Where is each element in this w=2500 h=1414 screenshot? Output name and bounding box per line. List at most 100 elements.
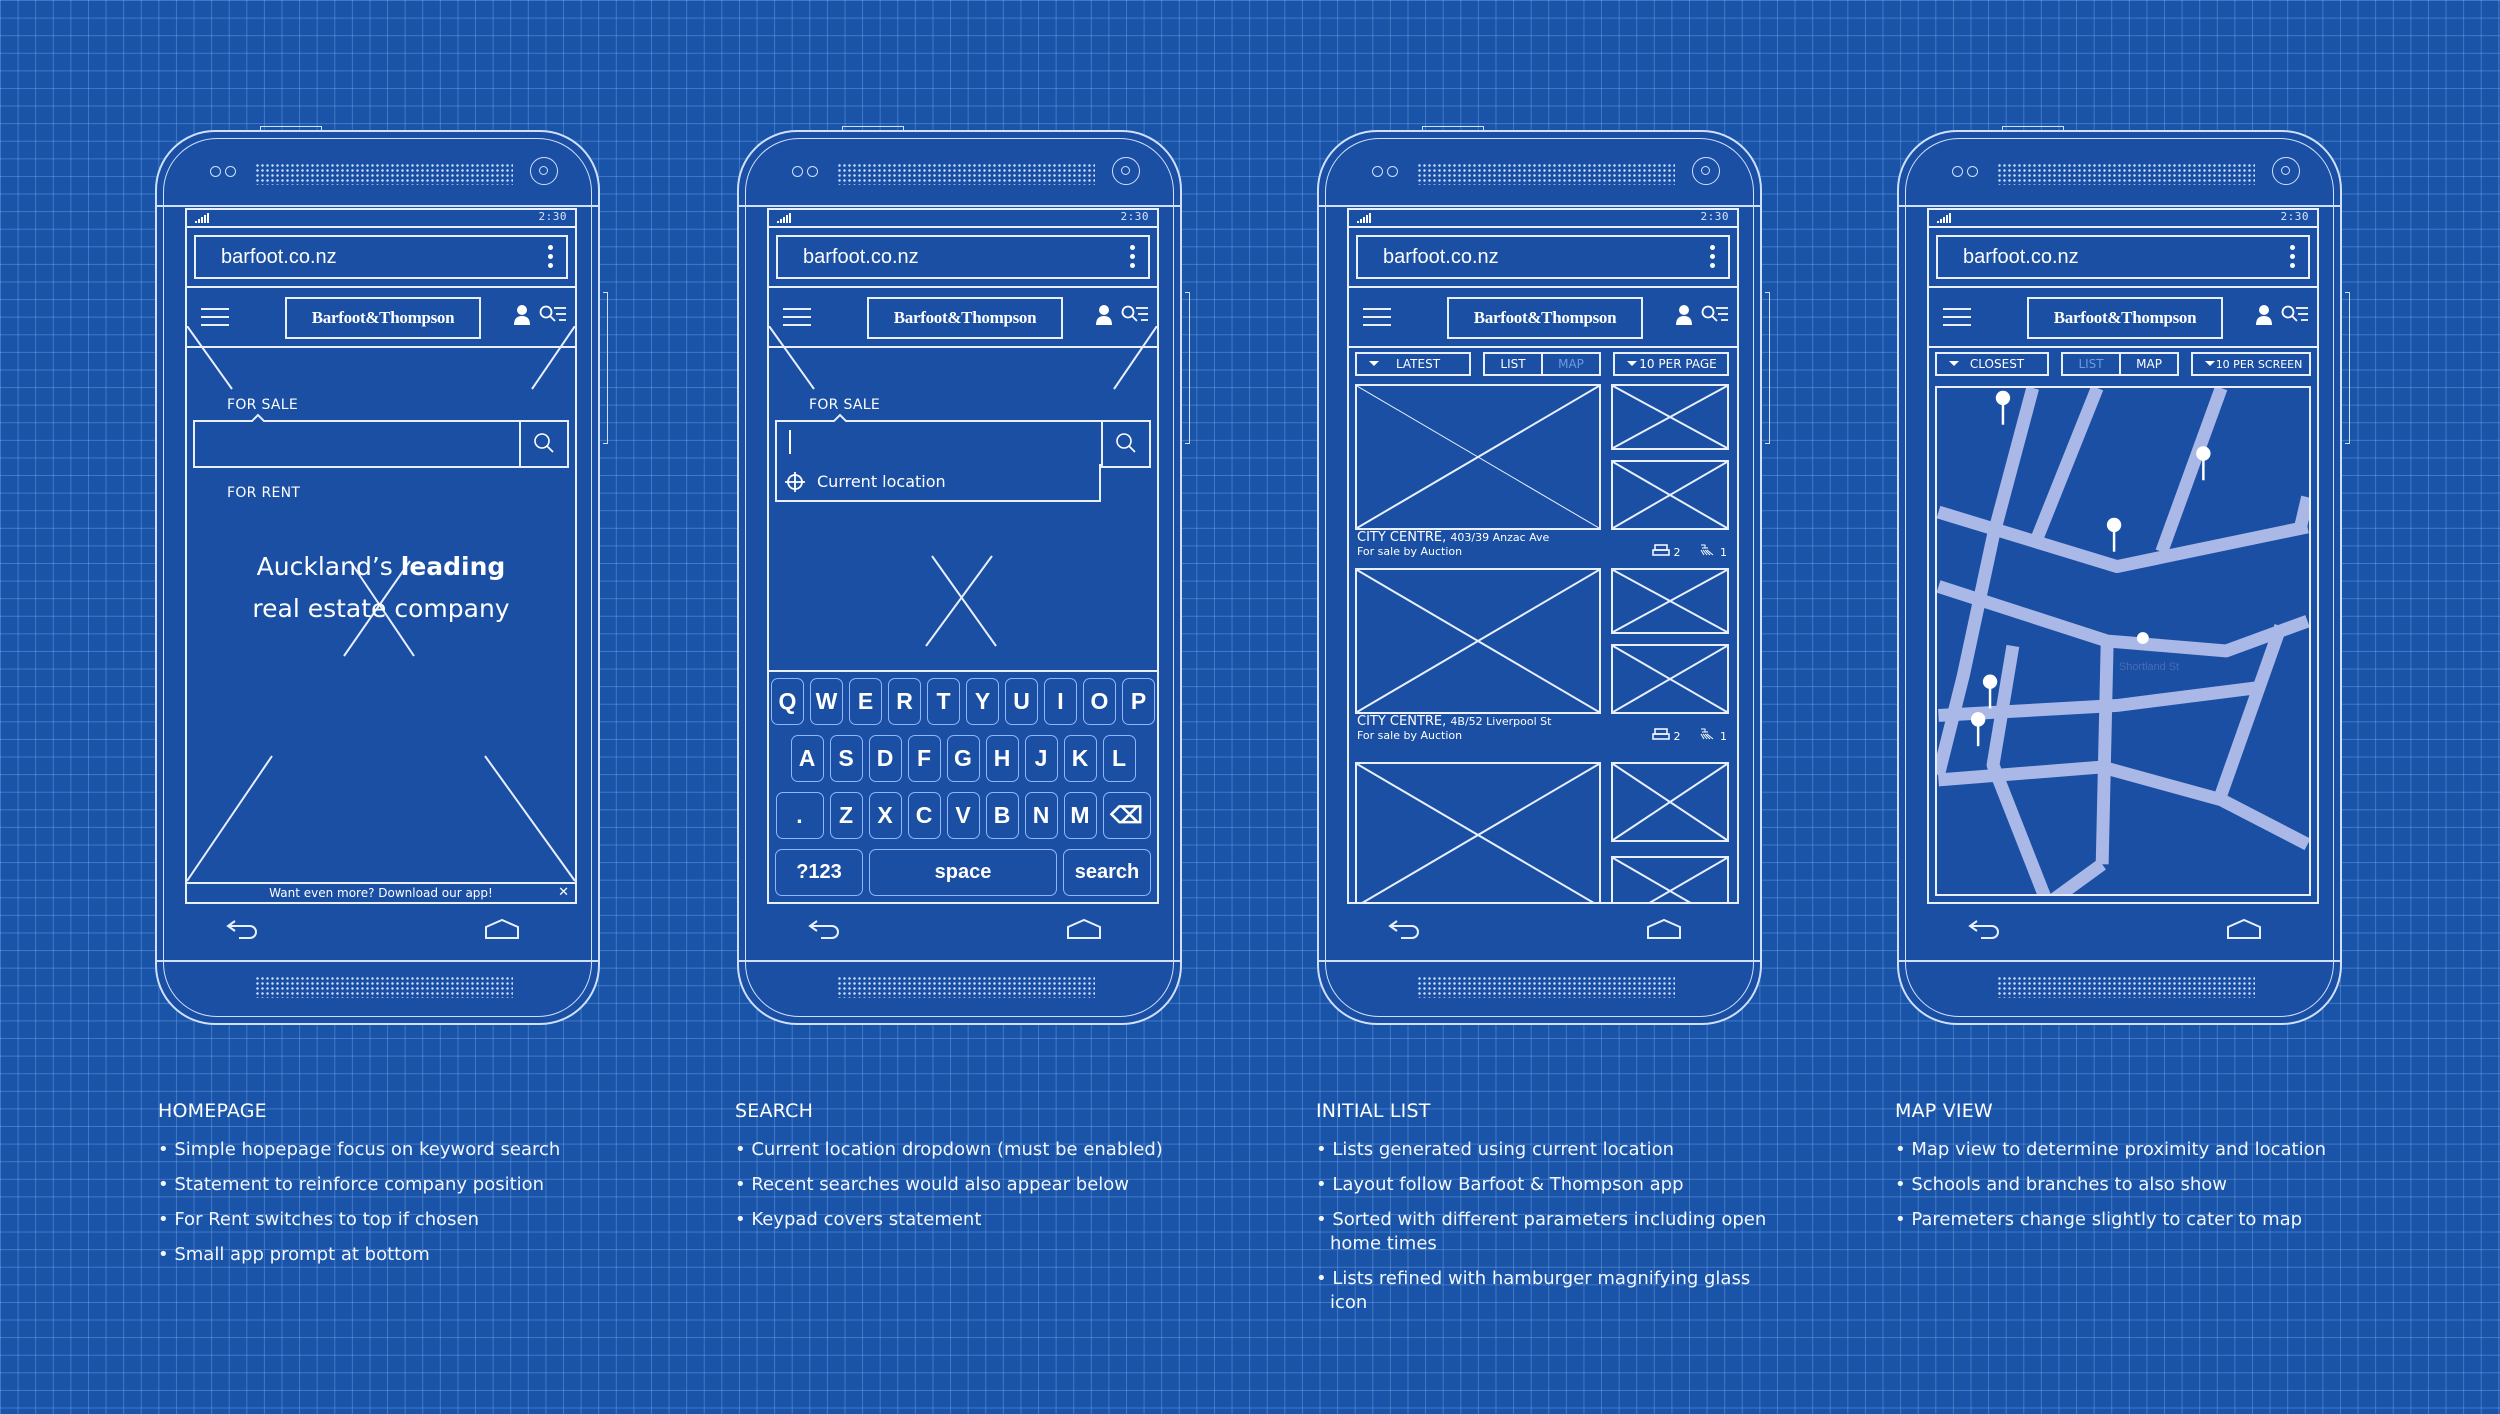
url-bar[interactable]: barfoot.co.nz bbox=[1936, 235, 2310, 279]
home-icon[interactable] bbox=[484, 918, 520, 940]
suggestion-label[interactable]: Current location bbox=[817, 472, 946, 491]
key-w[interactable]: W bbox=[810, 678, 843, 725]
key-f[interactable]: F bbox=[907, 735, 941, 782]
view-list-button[interactable]: LIST bbox=[1485, 354, 1541, 374]
url-text[interactable]: barfoot.co.nz bbox=[221, 246, 337, 269]
map[interactable]: Shortland St bbox=[1935, 386, 2311, 896]
close-icon[interactable]: ✕ bbox=[558, 884, 569, 902]
listing-main-photo[interactable] bbox=[1355, 568, 1601, 714]
listing-main-photo[interactable] bbox=[1355, 762, 1601, 902]
user-icon[interactable] bbox=[2255, 304, 2273, 326]
brand-logo[interactable]: Barfoot&Thompson bbox=[2027, 297, 2223, 339]
per-screen-dropdown[interactable]: 10 PER SCREEN bbox=[2191, 352, 2311, 376]
search-list-icon[interactable] bbox=[1121, 304, 1149, 326]
hamburger-icon[interactable] bbox=[201, 308, 229, 326]
map-pin-icon[interactable] bbox=[1970, 712, 1986, 747]
back-icon[interactable] bbox=[807, 918, 841, 940]
key-g[interactable]: G bbox=[946, 735, 980, 782]
home-icon[interactable] bbox=[1646, 918, 1682, 940]
key-search[interactable]: search bbox=[1063, 849, 1151, 896]
more-menu-icon[interactable] bbox=[2290, 245, 2296, 269]
suggestion-current-location[interactable]: Current location bbox=[775, 464, 1101, 502]
listing-thumb-photo[interactable] bbox=[1611, 762, 1729, 842]
key-r[interactable]: R bbox=[888, 678, 921, 725]
app-download-banner[interactable]: Want even more? Download our app! ✕ bbox=[187, 882, 575, 902]
key-q[interactable]: Q bbox=[771, 678, 804, 725]
key-o[interactable]: O bbox=[1083, 678, 1116, 725]
current-location-icon[interactable] bbox=[2136, 632, 2149, 644]
url-text[interactable]: barfoot.co.nz bbox=[1383, 246, 1499, 269]
more-menu-icon[interactable] bbox=[1130, 245, 1136, 269]
listing-thumb-photo[interactable] bbox=[1611, 460, 1729, 530]
key-u[interactable]: U bbox=[1005, 678, 1038, 725]
key-t[interactable]: T bbox=[927, 678, 960, 725]
user-icon[interactable] bbox=[513, 304, 531, 326]
key-h[interactable]: H bbox=[985, 735, 1019, 782]
key-m[interactable]: M bbox=[1063, 792, 1097, 839]
search-button[interactable] bbox=[1101, 422, 1149, 466]
app-banner-text[interactable]: Want even more? Download our app! bbox=[269, 886, 493, 900]
key-backspace[interactable]: ⌫ bbox=[1102, 792, 1151, 839]
listing-info[interactable]: CITY CENTRE, 403/39 Anzac Ave For sale b… bbox=[1357, 530, 1549, 558]
map-pin-icon[interactable] bbox=[1995, 390, 2011, 425]
search-list-icon[interactable] bbox=[539, 304, 567, 326]
map-pin-icon[interactable] bbox=[1982, 674, 1998, 709]
key-c[interactable]: C bbox=[907, 792, 941, 839]
key-period[interactable]: . bbox=[775, 792, 824, 839]
url-bar[interactable]: barfoot.co.nz bbox=[776, 235, 1150, 279]
listing-thumb-photo[interactable] bbox=[1611, 384, 1729, 450]
hamburger-icon[interactable] bbox=[1943, 308, 1971, 326]
tab-for-sale[interactable]: FOR SALE bbox=[809, 397, 880, 413]
key-s[interactable]: S bbox=[829, 735, 863, 782]
home-icon[interactable] bbox=[1066, 918, 1102, 940]
key-z[interactable]: Z bbox=[829, 792, 863, 839]
url-bar[interactable]: barfoot.co.nz bbox=[194, 235, 568, 279]
view-map-button[interactable]: MAP bbox=[2119, 354, 2177, 374]
listing-thumb-photo[interactable] bbox=[1611, 644, 1729, 714]
key-i[interactable]: I bbox=[1044, 678, 1077, 725]
home-icon[interactable] bbox=[2226, 918, 2262, 940]
map-pin-icon[interactable] bbox=[2106, 517, 2122, 552]
key-n[interactable]: N bbox=[1024, 792, 1058, 839]
key-a[interactable]: A bbox=[790, 735, 824, 782]
hamburger-icon[interactable] bbox=[783, 308, 811, 326]
key-j[interactable]: J bbox=[1024, 735, 1058, 782]
key-b[interactable]: B bbox=[985, 792, 1019, 839]
hamburger-icon[interactable] bbox=[1363, 308, 1391, 326]
listing-main-photo[interactable] bbox=[1355, 384, 1601, 530]
key-d[interactable]: D bbox=[868, 735, 902, 782]
listing-thumb-photo[interactable] bbox=[1611, 568, 1729, 634]
key-x[interactable]: X bbox=[868, 792, 902, 839]
key-e[interactable]: E bbox=[849, 678, 882, 725]
search-input[interactable] bbox=[193, 413, 569, 468]
brand-logo[interactable]: Barfoot&Thompson bbox=[1447, 297, 1643, 339]
view-list-button[interactable]: LIST bbox=[2063, 354, 2119, 374]
search-list-icon[interactable] bbox=[1701, 304, 1729, 326]
url-bar[interactable]: barfoot.co.nz bbox=[1356, 235, 1730, 279]
more-menu-icon[interactable] bbox=[1710, 245, 1716, 269]
view-map-button[interactable]: MAP bbox=[1541, 354, 1599, 374]
search-input[interactable] bbox=[775, 413, 1151, 468]
url-text[interactable]: barfoot.co.nz bbox=[803, 246, 919, 269]
tab-for-sale[interactable]: FOR SALE bbox=[227, 397, 298, 413]
map-roads[interactable]: Shortland St bbox=[1937, 388, 2309, 894]
user-icon[interactable] bbox=[1675, 304, 1693, 326]
key-y[interactable]: Y bbox=[966, 678, 999, 725]
url-text[interactable]: barfoot.co.nz bbox=[1963, 246, 2079, 269]
per-page-dropdown[interactable]: 10 PER PAGE bbox=[1613, 352, 1729, 376]
sort-dropdown[interactable]: CLOSEST bbox=[1935, 352, 2050, 376]
key-k[interactable]: K bbox=[1063, 735, 1097, 782]
key-numbers[interactable]: ?123 bbox=[775, 849, 863, 896]
back-icon[interactable] bbox=[1387, 918, 1421, 940]
search-button[interactable] bbox=[519, 422, 567, 466]
listing-thumb-photo[interactable] bbox=[1611, 856, 1729, 902]
back-icon[interactable] bbox=[225, 918, 259, 940]
user-icon[interactable] bbox=[1095, 304, 1113, 326]
key-l[interactable]: L bbox=[1102, 735, 1136, 782]
search-list-icon[interactable] bbox=[2281, 304, 2309, 326]
key-p[interactable]: P bbox=[1122, 678, 1155, 725]
sort-dropdown[interactable]: LATEST bbox=[1355, 352, 1471, 376]
key-v[interactable]: V bbox=[946, 792, 980, 839]
tab-for-rent[interactable]: FOR RENT bbox=[227, 485, 300, 501]
more-menu-icon[interactable] bbox=[548, 245, 554, 269]
